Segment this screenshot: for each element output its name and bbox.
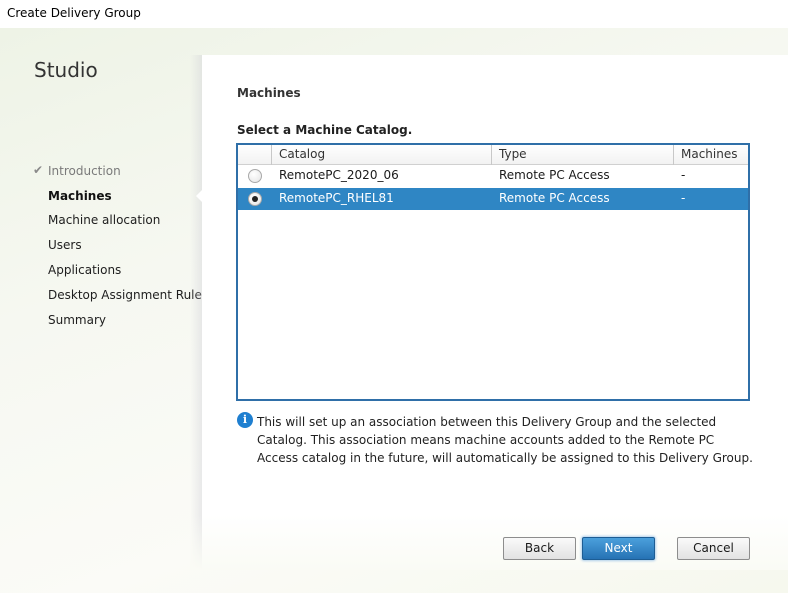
step-summary[interactable]: Summary (48, 313, 106, 327)
table-header: Catalog Type Machines (238, 145, 748, 165)
machines-cell: - (681, 191, 686, 205)
current-step-pointer (196, 190, 202, 202)
step-machines[interactable]: Machines (48, 189, 112, 203)
catalog-cell: RemotePC_2020_06 (279, 168, 399, 182)
column-header-type[interactable]: Type (492, 145, 674, 165)
catalog-prompt: Select a Machine Catalog. (237, 123, 413, 137)
section-title: Machines (237, 86, 301, 100)
check-icon: ✔ (33, 163, 44, 177)
radio-button[interactable] (248, 169, 262, 183)
cancel-button[interactable]: Cancel (677, 537, 750, 560)
type-cell: Remote PC Access (499, 168, 610, 182)
step-machine-allocation[interactable]: Machine allocation (48, 213, 160, 227)
info-icon: i (237, 412, 253, 428)
step-desktop-assignment-rules[interactable]: Desktop Assignment Rules (48, 288, 208, 302)
column-header-catalog[interactable]: Catalog (272, 145, 492, 165)
next-button[interactable]: Next (582, 537, 655, 560)
catalog-cell: RemotePC_RHEL81 (279, 191, 394, 205)
window-title: Create Delivery Group (7, 6, 141, 20)
step-applications[interactable]: Applications (48, 263, 121, 277)
panel-shadow (190, 55, 202, 570)
machines-cell: - (681, 168, 686, 182)
catalog-table[interactable]: Catalog Type Machines RemotePC_2020_06 R… (236, 143, 750, 401)
app-title: Studio (34, 58, 98, 82)
step-users[interactable]: Users (48, 238, 82, 252)
back-button[interactable]: Back (503, 537, 576, 560)
table-row-selected[interactable]: RemotePC_RHEL81 Remote PC Access - (238, 188, 748, 210)
table-row[interactable]: RemotePC_2020_06 Remote PC Access - (238, 165, 748, 187)
step-introduction[interactable]: Introduction (48, 164, 121, 178)
info-text: This will set up an association between … (257, 415, 753, 465)
column-header-machines[interactable]: Machines (674, 145, 748, 165)
column-header-select[interactable] (238, 145, 272, 165)
title-bar: Create Delivery Group (0, 0, 788, 28)
type-cell: Remote PC Access (499, 191, 610, 205)
radio-button-checked[interactable] (248, 192, 262, 206)
